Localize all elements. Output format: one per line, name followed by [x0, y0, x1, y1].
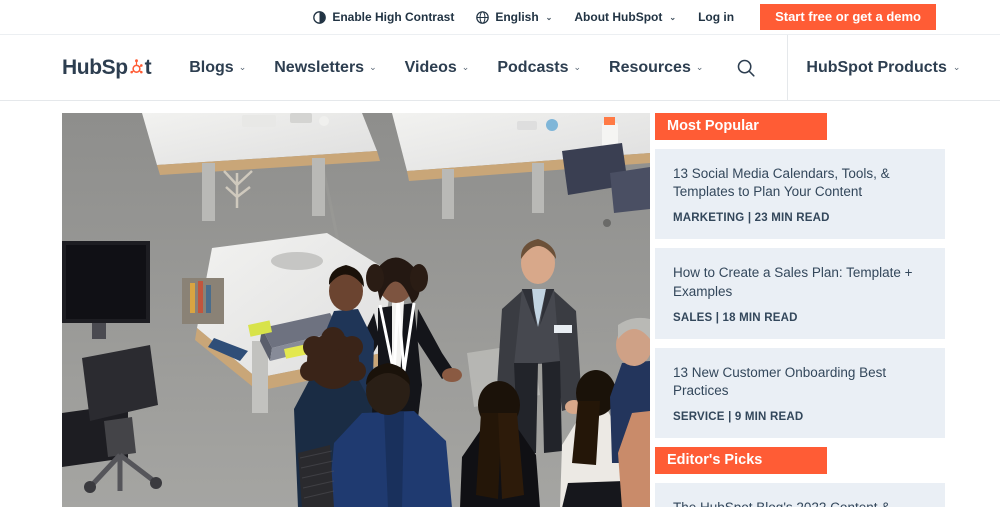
page-content: Most Popular 13 Social Media Calendars, …	[0, 101, 1000, 507]
search-button[interactable]	[735, 57, 757, 79]
chevron-down-icon: ⌄	[369, 62, 377, 72]
start-free-demo-button[interactable]: Start free or get a demo	[760, 4, 936, 30]
logo-text-before: HubSp	[62, 55, 128, 79]
article-card[interactable]: How to Create a Sales Plan: Template + E…	[655, 248, 945, 339]
section-heading-editors-picks[interactable]: Editor's Picks	[655, 447, 827, 475]
nav-item-label: Blogs	[189, 58, 234, 76]
nav-links: Blogs ⌄ Newsletters ⌄ Videos ⌄ Podcasts …	[189, 59, 703, 77]
about-hubspot-menu[interactable]: About HubSpot ⌄	[574, 10, 676, 24]
chevron-down-icon: ⌄	[545, 12, 553, 22]
globe-icon	[476, 10, 490, 24]
nav-item-resources[interactable]: Resources ⌄	[609, 59, 703, 77]
chevron-down-icon: ⌄	[669, 12, 677, 22]
about-hubspot-label: About HubSpot	[574, 10, 663, 24]
article-meta: SALES | 18 MIN READ	[673, 311, 798, 324]
logo-text-after: t	[144, 55, 152, 79]
sidebar: Most Popular 13 Social Media Calendars, …	[655, 113, 945, 507]
chevron-down-icon: ⌄	[573, 62, 582, 72]
article-title: 13 New Customer Onboarding Best Practice…	[673, 364, 887, 399]
nav-item-label: Podcasts	[497, 58, 569, 76]
hubspot-logo[interactable]: HubSp t	[62, 55, 152, 80]
nav-item-label: Newsletters	[274, 58, 365, 76]
nav-item-newsletters[interactable]: Newsletters ⌄	[274, 59, 376, 77]
high-contrast-label: Enable High Contrast	[332, 10, 455, 24]
article-meta: MARKETING | 23 MIN READ	[673, 212, 830, 225]
nav-item-videos[interactable]: Videos ⌄	[405, 59, 470, 77]
language-selector[interactable]: English ⌄	[476, 10, 552, 24]
search-icon	[735, 57, 757, 79]
article-card[interactable]: 13 New Customer Onboarding Best Practice…	[655, 347, 945, 439]
nav-item-label: Resources	[609, 58, 691, 76]
nav-item-podcasts[interactable]: Podcasts ⌄	[497, 59, 581, 77]
hubspot-products-menu[interactable]: HubSpot Products ⌄	[788, 59, 960, 77]
hubspot-products-label: HubSpot Products	[806, 58, 947, 76]
login-label: Log in	[698, 10, 735, 24]
language-label: English	[495, 10, 539, 24]
sprocket-icon	[128, 59, 145, 76]
contrast-icon	[313, 10, 327, 24]
article-title: The HubSpot Blog's 2022 Content & Media …	[673, 499, 927, 507]
section-heading-most-popular[interactable]: Most Popular	[655, 113, 827, 140]
high-contrast-toggle[interactable]: Enable High Contrast	[313, 10, 454, 24]
article-meta: SERVICE | 9 MIN READ	[673, 411, 804, 424]
chevron-down-icon: ⌄	[695, 62, 704, 72]
nav-item-blogs[interactable]: Blogs ⌄	[189, 59, 246, 77]
article-card[interactable]: The HubSpot Blog's 2022 Content & Media …	[655, 483, 945, 507]
login-link[interactable]: Log in	[698, 10, 734, 24]
article-title: How to Create a Sales Plan: Template + E…	[673, 265, 913, 299]
chevron-down-icon: ⌄	[238, 62, 247, 72]
hero-image[interactable]	[62, 113, 650, 507]
main-navigation: HubSp t Blogs ⌄ Newsletters ⌄ Videos ⌄ P…	[0, 34, 1000, 101]
chevron-down-icon: ⌄	[952, 62, 961, 72]
nav-item-label: Videos	[404, 58, 457, 76]
utility-bar: Enable High Contrast English ⌄ About Hub…	[0, 0, 1000, 35]
article-title: 13 Social Media Calendars, Tools, & Temp…	[673, 166, 890, 200]
article-card[interactable]: 13 Social Media Calendars, Tools, & Temp…	[655, 149, 945, 240]
chevron-down-icon: ⌄	[461, 62, 470, 72]
